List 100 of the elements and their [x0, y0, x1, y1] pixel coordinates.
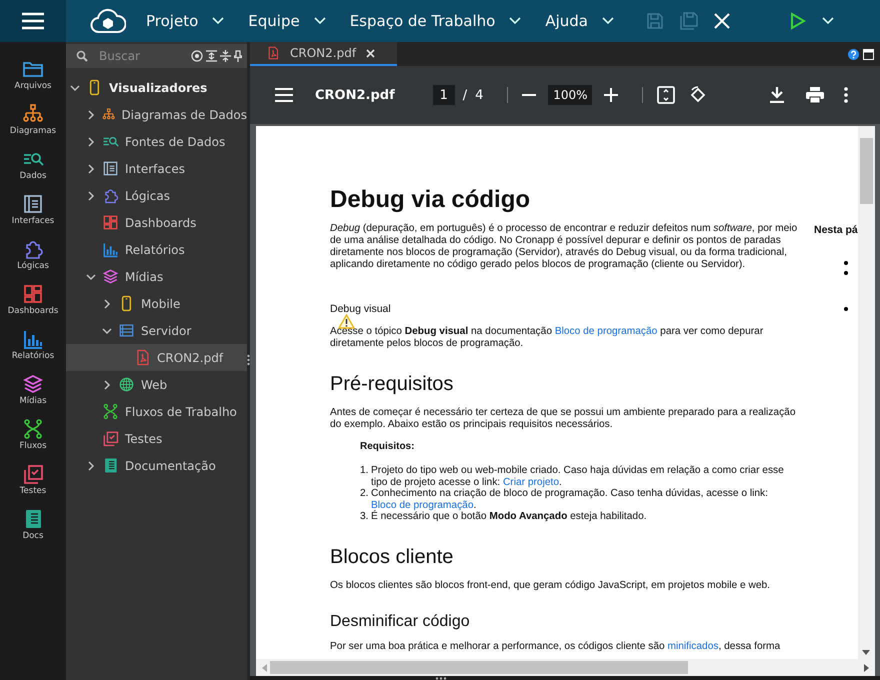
- flow-icon: [102, 403, 119, 420]
- menu-icon[interactable]: [275, 88, 293, 102]
- pin-icon[interactable]: [234, 50, 242, 62]
- download-icon[interactable]: [770, 87, 784, 103]
- paragraph: Acesse o tópico Debug visual na documentação Bloco de programação para ver como depurar diretamente pelos blocos de programação.: [330, 326, 764, 350]
- rail-item[interactable]: Relatórios: [0, 328, 66, 373]
- document-heading: Debug via código: [330, 186, 532, 214]
- tree-item[interactable]: Mobile: [66, 290, 247, 317]
- scrollbar-thumb[interactable]: [860, 138, 873, 204]
- maximize-icon[interactable]: [863, 48, 874, 60]
- zoom-in-icon[interactable]: [604, 88, 618, 102]
- menu-button[interactable]: [0, 0, 66, 42]
- rail-item[interactable]: Docs: [0, 508, 66, 553]
- collapse-all-icon[interactable]: [220, 50, 231, 62]
- expand-all-icon[interactable]: [206, 50, 217, 62]
- menu-item[interactable]: Espaço de Trabalho: [342, 12, 530, 30]
- close-icon[interactable]: [714, 13, 730, 29]
- paragraph: Antes de começar é necessário ter certeza de que se possui um ambiente preparado para a realização do exemplo. Abaixo estão os principais requisitos necessários.: [330, 407, 796, 431]
- help-icon[interactable]: [848, 48, 859, 60]
- chevron-down-icon[interactable]: [86, 272, 96, 282]
- tree-item[interactable]: Servidor: [66, 317, 247, 344]
- close-tab-icon[interactable]: [366, 48, 376, 58]
- tree-item[interactable]: Visualizadores: [66, 74, 247, 101]
- paragraph: Debug (depuração, em português) é o processo de encontrar e reduzir defeitos num software, por meio de uma análise detalhada do código. No Cronapp é possível depurar e definir os pontos de paradas diretamente nos blocos de programação (Servidor), através do Debug visual, ou da forma tradicional, aplicando diretamente no código gerado pelos blocos de programação (cliente ou Servidor).: [330, 223, 798, 271]
- play-icon[interactable]: [790, 12, 806, 30]
- chevron-right-icon[interactable]: [86, 460, 96, 470]
- rail-item[interactable]: Interfaces: [0, 193, 66, 238]
- resize-handle-icon[interactable]: [247, 354, 250, 366]
- chevron-right-icon[interactable]: [102, 380, 112, 390]
- chevron-down-icon: [509, 17, 522, 25]
- chevron-right-icon[interactable]: [102, 298, 112, 308]
- page-number-field[interactable]: 1: [432, 85, 455, 105]
- layout-icon: [102, 160, 119, 177]
- tree-item[interactable]: Documentação: [66, 452, 247, 479]
- document-title: CRON2.pdf: [315, 88, 395, 102]
- menu-item[interactable]: Equipe: [240, 12, 334, 30]
- rail-item[interactable]: Testes: [0, 463, 66, 508]
- chevron-down-icon: [602, 17, 614, 25]
- chevron-down-icon: [314, 17, 326, 25]
- editor-tab[interactable]: CRON2.pdf: [250, 42, 398, 66]
- tree-item[interactable]: Mídias: [66, 263, 247, 290]
- resize-handle-icon[interactable]: [435, 677, 447, 680]
- bullet-icon: [844, 271, 848, 275]
- tree-item[interactable]: Testes: [66, 425, 247, 452]
- pdf-file-icon: [134, 349, 151, 366]
- link[interactable]: Bloco de programação: [554, 326, 658, 337]
- page-count: 4: [475, 88, 484, 102]
- rail-item[interactable]: Mídias: [0, 373, 66, 418]
- rail-item[interactable]: Arquivos: [0, 58, 66, 103]
- link[interactable]: Criar projeto: [502, 476, 560, 488]
- chevron-right-icon[interactable]: [86, 164, 96, 174]
- tree-item[interactable]: CRON2.pdf: [66, 344, 247, 371]
- tree-item[interactable]: Relatórios: [66, 236, 247, 263]
- tree-item[interactable]: Lógicas: [66, 182, 247, 209]
- chevron-down-icon[interactable]: [70, 82, 80, 92]
- layers-icon: [102, 268, 119, 285]
- link[interactable]: Bloco de programação: [371, 500, 474, 511]
- menu-item[interactable]: Projeto: [138, 12, 232, 30]
- scroll-right-icon[interactable]: [864, 664, 869, 672]
- list-item: É necessário que o botão Modo Avançado esteja habilitado.: [371, 511, 647, 523]
- tree-item[interactable]: Dashboards: [66, 209, 247, 236]
- tree-item[interactable]: Diagramas de Dados: [66, 101, 247, 128]
- section-heading: Pré-requisitos: [330, 372, 454, 396]
- paragraph: Os blocos clientes são blocos front-end, que geram código JavaScript, em projetos mobile e web.: [330, 580, 771, 592]
- tree-item[interactable]: Web: [66, 371, 247, 398]
- list-number: 3.: [360, 511, 368, 523]
- tree-item[interactable]: Fontes de Dados: [66, 128, 247, 155]
- chevron-down-icon[interactable]: [822, 17, 834, 25]
- horizontal-scrollbar[interactable]: [256, 659, 875, 676]
- chevron-right-icon[interactable]: [86, 110, 96, 120]
- target-icon[interactable]: [191, 50, 203, 62]
- search-field[interactable]: Buscar: [66, 44, 247, 68]
- rotate-icon[interactable]: [689, 86, 708, 104]
- warning-icon: [338, 314, 355, 329]
- checklist-icon: [102, 430, 119, 447]
- vertical-scrollbar[interactable]: [858, 126, 875, 659]
- tree-item[interactable]: Fluxos de Trabalho: [66, 398, 247, 425]
- page-separator: /: [462, 88, 468, 102]
- search-input[interactable]: Buscar: [97, 48, 188, 64]
- menu-icon: [22, 12, 44, 30]
- rail-item[interactable]: Lógicas: [0, 238, 66, 283]
- link[interactable]: minificados: [668, 640, 718, 652]
- rail-item[interactable]: Fluxos: [0, 418, 66, 463]
- server-icon: [118, 322, 135, 339]
- list-number: 2.: [360, 488, 368, 502]
- rail-item[interactable]: Dashboards: [0, 283, 66, 328]
- menu-item[interactable]: Ajuda: [537, 12, 622, 30]
- rail-item[interactable]: Dados: [0, 148, 66, 193]
- print-icon[interactable]: [806, 87, 824, 103]
- rail-item[interactable]: Diagramas: [0, 103, 66, 148]
- zoom-field[interactable]: 100%: [548, 85, 592, 105]
- scroll-down-icon[interactable]: [862, 650, 870, 655]
- scrollbar-thumb[interactable]: [270, 661, 688, 674]
- chevron-right-icon[interactable]: [86, 136, 96, 146]
- more-icon[interactable]: [844, 87, 848, 103]
- fit-page-icon[interactable]: [657, 86, 676, 104]
- chevron-down-icon[interactable]: [102, 326, 112, 336]
- tree-item[interactable]: Interfaces: [66, 155, 247, 182]
- chevron-right-icon[interactable]: [86, 190, 96, 200]
- puzzle-icon: [102, 187, 119, 204]
